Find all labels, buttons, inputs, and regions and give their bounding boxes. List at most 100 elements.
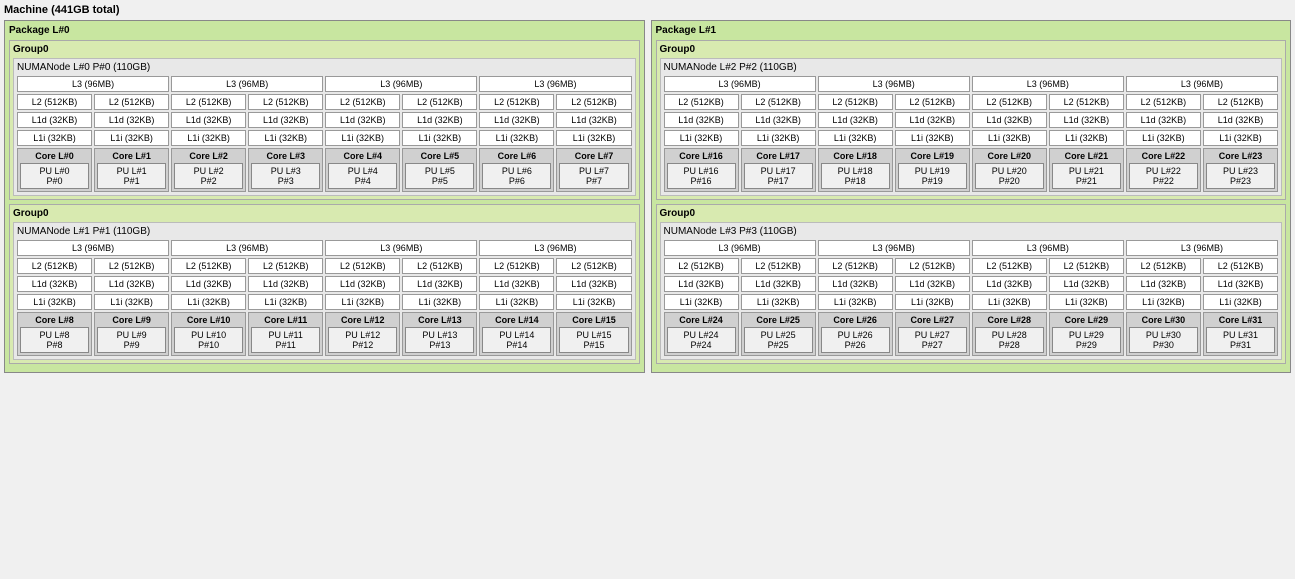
core-6: Core L#6 PU L#6P#6: [479, 148, 554, 192]
core-9: Core L#9 PU L#9P#9: [94, 312, 169, 356]
core-13: Core L#13 PU L#13P#13: [402, 312, 477, 356]
package-1: Package L#1 Group0 NUMANode L#2 P#2 (110…: [651, 20, 1292, 373]
l2-0-1: L2 (512KB): [94, 94, 169, 110]
l1d-row-2: L1d (32KB) L1d (32KB) L1d (32KB) L1d (32…: [664, 112, 1279, 128]
cores-row-3: Core L#24 PU L#24P#24 Core L#25 PU L#25P…: [664, 312, 1279, 356]
numa-node-3: NUMANode L#3 P#3 (110GB) L3 (96MB) L3 (9…: [660, 222, 1283, 360]
group-1-numa2: Group0 NUMANode L#2 P#2 (110GB) L3 (96MB…: [656, 40, 1287, 200]
group-0-numa0: Group0 NUMANode L#0 P#0 (110GB) L3 (96MB…: [9, 40, 640, 200]
l1d-0-2: L1d (32KB): [171, 112, 246, 128]
l3-0-0: L3 (96MB): [17, 76, 169, 92]
core-1: Core L#1 PU L#1P#1: [94, 148, 169, 192]
l2-0-4: L2 (512KB): [325, 94, 400, 110]
numa-2-label: NUMANode L#2 P#2 (110GB): [664, 62, 1279, 73]
l2-0-6: L2 (512KB): [479, 94, 554, 110]
l2-row-0: L2 (512KB) L2 (512KB) L2 (512KB) L2 (512…: [17, 94, 632, 110]
l1d-0-1: L1d (32KB): [94, 112, 169, 128]
core-14: Core L#14 PU L#14P#14: [479, 312, 554, 356]
core-16: Core L#16 PU L#16P#16: [664, 148, 739, 192]
core-11: Core L#11 PU L#11P#11: [248, 312, 323, 356]
pu-4: PU L#4P#4: [328, 163, 397, 189]
l3-row-0: L3 (96MB) L3 (96MB) L3 (96MB) L3 (96MB): [17, 76, 632, 92]
l1d-row-1: L1d (32KB) L1d (32KB) L1d (32KB) L1d (32…: [17, 276, 632, 292]
pu-0: PU L#0P#0: [20, 163, 89, 189]
machine-title: Machine (441GB total): [4, 4, 1291, 16]
l1i-0-0: L1i (32KB): [17, 130, 92, 146]
core-27: Core L#27 PU L#27P#27: [895, 312, 970, 356]
l1i-0-2: L1i (32KB): [171, 130, 246, 146]
l1i-0-3: L1i (32KB): [248, 130, 323, 146]
pu-3: PU L#3P#3: [251, 163, 320, 189]
l1i-0-7: L1i (32KB): [556, 130, 631, 146]
l3-0-1: L3 (96MB): [171, 76, 323, 92]
cores-row-1: Core L#8 PU L#8P#8 Core L#9 PU L#9P#9 Co…: [17, 312, 632, 356]
l3-0-3: L3 (96MB): [479, 76, 631, 92]
l3-0-2: L3 (96MB): [325, 76, 477, 92]
numa-3-label: NUMANode L#3 P#3 (110GB): [664, 226, 1279, 237]
l1i-0-5: L1i (32KB): [402, 130, 477, 146]
l2-0-5: L2 (512KB): [402, 94, 477, 110]
l1i-0-1: L1i (32KB): [94, 130, 169, 146]
machine-container: Package L#0 Group0 NUMANode L#0 P#0 (110…: [4, 20, 1291, 373]
core-12: Core L#12 PU L#12P#12: [325, 312, 400, 356]
core-24: Core L#24 PU L#24P#24: [664, 312, 739, 356]
core-26: Core L#26 PU L#26P#26: [818, 312, 893, 356]
core-29: Core L#29 PU L#29P#29: [1049, 312, 1124, 356]
package-1-title: Package L#1: [656, 25, 1287, 36]
l1i-row-3: L1i (32KB) L1i (32KB) L1i (32KB) L1i (32…: [664, 294, 1279, 310]
package-0-title: Package L#0: [9, 25, 640, 36]
cores-row-0: Core L#0 PU L#0P#0 Core L#1 PU L#1P#1 Co…: [17, 148, 632, 192]
core-30: Core L#30 PU L#30P#30: [1126, 312, 1201, 356]
numa-node-1: NUMANode L#1 P#1 (110GB) L3 (96MB) L3 (9…: [13, 222, 636, 360]
cores-row-2: Core L#16 PU L#16P#16 Core L#17 PU L#17P…: [664, 148, 1279, 192]
l1d-0-5: L1d (32KB): [402, 112, 477, 128]
numa-1-label: NUMANode L#1 P#1 (110GB): [17, 226, 632, 237]
l1i-0-4: L1i (32KB): [325, 130, 400, 146]
group-0-numa0-title: Group0: [13, 44, 636, 55]
l2-0-7: L2 (512KB): [556, 94, 631, 110]
core-0: Core L#0 PU L#0P#0: [17, 148, 92, 192]
l1d-0-3: L1d (32KB): [248, 112, 323, 128]
core-25: Core L#25 PU L#25P#25: [741, 312, 816, 356]
l1d-0-7: L1d (32KB): [556, 112, 631, 128]
package-0: Package L#0 Group0 NUMANode L#0 P#0 (110…: [4, 20, 645, 373]
core-18: Core L#18 PU L#18P#18: [818, 148, 893, 192]
pu-2: PU L#2P#2: [174, 163, 243, 189]
core-22: Core L#22 PU L#22P#22: [1126, 148, 1201, 192]
core-21: Core L#21 PU L#21P#21: [1049, 148, 1124, 192]
l3-row-2: L3 (96MB) L3 (96MB) L3 (96MB) L3 (96MB): [664, 76, 1279, 92]
numa-node-0: NUMANode L#0 P#0 (110GB) L3 (96MB) L3 (9…: [13, 58, 636, 196]
l1d-0-4: L1d (32KB): [325, 112, 400, 128]
core-7: Core L#7 PU L#7P#7: [556, 148, 631, 192]
numa-0-label: NUMANode L#0 P#0 (110GB): [17, 62, 632, 73]
group-1-numa3-title: Group0: [660, 208, 1283, 219]
core-2: Core L#2 PU L#2P#2: [171, 148, 246, 192]
l1d-0-6: L1d (32KB): [479, 112, 554, 128]
core-31: Core L#31 PU L#31P#31: [1203, 312, 1278, 356]
l1d-row-3: L1d (32KB) L1d (32KB) L1d (32KB) L1d (32…: [664, 276, 1279, 292]
l2-row-2: L2 (512KB) L2 (512KB) L2 (512KB) L2 (512…: [664, 94, 1279, 110]
core-8: Core L#8 PU L#8P#8: [17, 312, 92, 356]
core-17: Core L#17 PU L#17P#17: [741, 148, 816, 192]
l1i-row-1: L1i (32KB) L1i (32KB) L1i (32KB) L1i (32…: [17, 294, 632, 310]
l2-row-1: L2 (512KB) L2 (512KB) L2 (512KB) L2 (512…: [17, 258, 632, 274]
core-4: Core L#4 PU L#4P#4: [325, 148, 400, 192]
pu-5: PU L#5P#5: [405, 163, 474, 189]
l1i-0-6: L1i (32KB): [479, 130, 554, 146]
l3-row-3: L3 (96MB) L3 (96MB) L3 (96MB) L3 (96MB): [664, 240, 1279, 256]
l3-row-1: L3 (96MB) L3 (96MB) L3 (96MB) L3 (96MB): [17, 240, 632, 256]
core-23: Core L#23 PU L#23P#23: [1203, 148, 1278, 192]
l2-0-2: L2 (512KB): [171, 94, 246, 110]
l1i-row-0: L1i (32KB) L1i (32KB) L1i (32KB) L1i (32…: [17, 130, 632, 146]
numa-node-2: NUMANode L#2 P#2 (110GB) L3 (96MB) L3 (9…: [660, 58, 1283, 196]
group-0-numa1: Group0 NUMANode L#1 P#1 (110GB) L3 (96MB…: [9, 204, 640, 364]
group-1-numa3: Group0 NUMANode L#3 P#3 (110GB) L3 (96MB…: [656, 204, 1287, 364]
l2-0-3: L2 (512KB): [248, 94, 323, 110]
group-0-numa1-title: Group0: [13, 208, 636, 219]
core-3: Core L#3 PU L#3P#3: [248, 148, 323, 192]
core-20: Core L#20 PU L#20P#20: [972, 148, 1047, 192]
pu-1: PU L#1P#1: [97, 163, 166, 189]
l2-row-3: L2 (512KB) L2 (512KB) L2 (512KB) L2 (512…: [664, 258, 1279, 274]
l1d-0-0: L1d (32KB): [17, 112, 92, 128]
core-19: Core L#19 PU L#19P#19: [895, 148, 970, 192]
